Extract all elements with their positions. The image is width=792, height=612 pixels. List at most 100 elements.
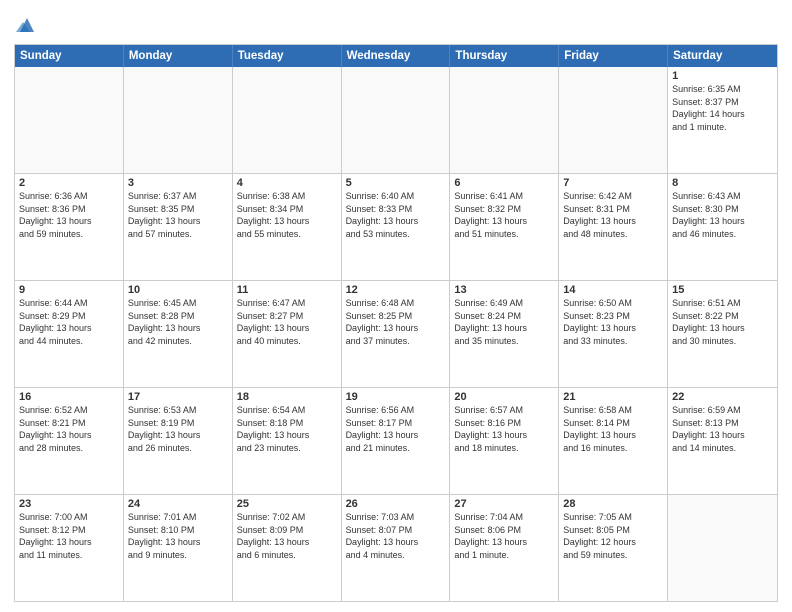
- day-number: 12: [346, 284, 446, 296]
- day-number: 3: [128, 177, 228, 189]
- logo-icon: [16, 14, 38, 36]
- day-info: Sunrise: 6:53 AM Sunset: 8:19 PM Dayligh…: [128, 404, 228, 454]
- day-cell-26: 26Sunrise: 7:03 AM Sunset: 8:07 PM Dayli…: [342, 495, 451, 601]
- day-cell-12: 12Sunrise: 6:48 AM Sunset: 8:25 PM Dayli…: [342, 281, 451, 387]
- day-info: Sunrise: 6:47 AM Sunset: 8:27 PM Dayligh…: [237, 297, 337, 347]
- day-cell-3: 3Sunrise: 6:37 AM Sunset: 8:35 PM Daylig…: [124, 174, 233, 280]
- day-info: Sunrise: 6:51 AM Sunset: 8:22 PM Dayligh…: [672, 297, 773, 347]
- day-number: 8: [672, 177, 773, 189]
- day-number: 7: [563, 177, 663, 189]
- calendar-row-4: 23Sunrise: 7:00 AM Sunset: 8:12 PM Dayli…: [15, 494, 777, 601]
- day-cell-empty: [342, 67, 451, 173]
- day-cell-empty: [559, 67, 668, 173]
- day-info: Sunrise: 6:37 AM Sunset: 8:35 PM Dayligh…: [128, 190, 228, 240]
- day-info: Sunrise: 6:50 AM Sunset: 8:23 PM Dayligh…: [563, 297, 663, 347]
- header-cell-saturday: Saturday: [668, 45, 777, 67]
- day-cell-empty: [15, 67, 124, 173]
- header-cell-tuesday: Tuesday: [233, 45, 342, 67]
- day-info: Sunrise: 7:02 AM Sunset: 8:09 PM Dayligh…: [237, 511, 337, 561]
- day-cell-27: 27Sunrise: 7:04 AM Sunset: 8:06 PM Dayli…: [450, 495, 559, 601]
- day-number: 2: [19, 177, 119, 189]
- header-cell-thursday: Thursday: [450, 45, 559, 67]
- day-info: Sunrise: 6:40 AM Sunset: 8:33 PM Dayligh…: [346, 190, 446, 240]
- day-info: Sunrise: 6:58 AM Sunset: 8:14 PM Dayligh…: [563, 404, 663, 454]
- day-cell-empty: [450, 67, 559, 173]
- day-number: 16: [19, 391, 119, 403]
- day-number: 5: [346, 177, 446, 189]
- day-info: Sunrise: 6:57 AM Sunset: 8:16 PM Dayligh…: [454, 404, 554, 454]
- day-cell-empty: [233, 67, 342, 173]
- day-number: 26: [346, 498, 446, 510]
- calendar-row-0: 1Sunrise: 6:35 AM Sunset: 8:37 PM Daylig…: [15, 67, 777, 173]
- day-info: Sunrise: 7:05 AM Sunset: 8:05 PM Dayligh…: [563, 511, 663, 561]
- day-info: Sunrise: 6:48 AM Sunset: 8:25 PM Dayligh…: [346, 297, 446, 347]
- day-number: 9: [19, 284, 119, 296]
- day-cell-22: 22Sunrise: 6:59 AM Sunset: 8:13 PM Dayli…: [668, 388, 777, 494]
- day-info: Sunrise: 6:43 AM Sunset: 8:30 PM Dayligh…: [672, 190, 773, 240]
- day-cell-11: 11Sunrise: 6:47 AM Sunset: 8:27 PM Dayli…: [233, 281, 342, 387]
- day-number: 27: [454, 498, 554, 510]
- day-info: Sunrise: 6:56 AM Sunset: 8:17 PM Dayligh…: [346, 404, 446, 454]
- day-info: Sunrise: 6:45 AM Sunset: 8:28 PM Dayligh…: [128, 297, 228, 347]
- day-cell-20: 20Sunrise: 6:57 AM Sunset: 8:16 PM Dayli…: [450, 388, 559, 494]
- day-number: 24: [128, 498, 228, 510]
- day-info: Sunrise: 7:01 AM Sunset: 8:10 PM Dayligh…: [128, 511, 228, 561]
- day-cell-13: 13Sunrise: 6:49 AM Sunset: 8:24 PM Dayli…: [450, 281, 559, 387]
- day-info: Sunrise: 6:52 AM Sunset: 8:21 PM Dayligh…: [19, 404, 119, 454]
- day-number: 18: [237, 391, 337, 403]
- day-cell-8: 8Sunrise: 6:43 AM Sunset: 8:30 PM Daylig…: [668, 174, 777, 280]
- day-cell-2: 2Sunrise: 6:36 AM Sunset: 8:36 PM Daylig…: [15, 174, 124, 280]
- header-cell-friday: Friday: [559, 45, 668, 67]
- day-number: 28: [563, 498, 663, 510]
- day-number: 13: [454, 284, 554, 296]
- day-cell-18: 18Sunrise: 6:54 AM Sunset: 8:18 PM Dayli…: [233, 388, 342, 494]
- day-cell-15: 15Sunrise: 6:51 AM Sunset: 8:22 PM Dayli…: [668, 281, 777, 387]
- calendar: SundayMondayTuesdayWednesdayThursdayFrid…: [14, 44, 778, 602]
- day-cell-23: 23Sunrise: 7:00 AM Sunset: 8:12 PM Dayli…: [15, 495, 124, 601]
- calendar-row-2: 9Sunrise: 6:44 AM Sunset: 8:29 PM Daylig…: [15, 280, 777, 387]
- header: [14, 14, 778, 36]
- day-cell-24: 24Sunrise: 7:01 AM Sunset: 8:10 PM Dayli…: [124, 495, 233, 601]
- day-cell-25: 25Sunrise: 7:02 AM Sunset: 8:09 PM Dayli…: [233, 495, 342, 601]
- day-number: 25: [237, 498, 337, 510]
- day-cell-7: 7Sunrise: 6:42 AM Sunset: 8:31 PM Daylig…: [559, 174, 668, 280]
- day-number: 21: [563, 391, 663, 403]
- day-cell-14: 14Sunrise: 6:50 AM Sunset: 8:23 PM Dayli…: [559, 281, 668, 387]
- calendar-header: SundayMondayTuesdayWednesdayThursdayFrid…: [15, 45, 777, 67]
- header-cell-monday: Monday: [124, 45, 233, 67]
- day-info: Sunrise: 6:41 AM Sunset: 8:32 PM Dayligh…: [454, 190, 554, 240]
- day-number: 15: [672, 284, 773, 296]
- day-cell-16: 16Sunrise: 6:52 AM Sunset: 8:21 PM Dayli…: [15, 388, 124, 494]
- day-number: 14: [563, 284, 663, 296]
- day-number: 20: [454, 391, 554, 403]
- day-info: Sunrise: 6:49 AM Sunset: 8:24 PM Dayligh…: [454, 297, 554, 347]
- day-info: Sunrise: 7:00 AM Sunset: 8:12 PM Dayligh…: [19, 511, 119, 561]
- day-cell-empty: [124, 67, 233, 173]
- day-info: Sunrise: 6:38 AM Sunset: 8:34 PM Dayligh…: [237, 190, 337, 240]
- page: SundayMondayTuesdayWednesdayThursdayFrid…: [0, 0, 792, 612]
- day-number: 4: [237, 177, 337, 189]
- header-cell-sunday: Sunday: [15, 45, 124, 67]
- day-cell-17: 17Sunrise: 6:53 AM Sunset: 8:19 PM Dayli…: [124, 388, 233, 494]
- day-cell-28: 28Sunrise: 7:05 AM Sunset: 8:05 PM Dayli…: [559, 495, 668, 601]
- day-cell-21: 21Sunrise: 6:58 AM Sunset: 8:14 PM Dayli…: [559, 388, 668, 494]
- day-cell-5: 5Sunrise: 6:40 AM Sunset: 8:33 PM Daylig…: [342, 174, 451, 280]
- calendar-row-1: 2Sunrise: 6:36 AM Sunset: 8:36 PM Daylig…: [15, 173, 777, 280]
- calendar-row-3: 16Sunrise: 6:52 AM Sunset: 8:21 PM Dayli…: [15, 387, 777, 494]
- day-number: 23: [19, 498, 119, 510]
- day-info: Sunrise: 6:42 AM Sunset: 8:31 PM Dayligh…: [563, 190, 663, 240]
- day-info: Sunrise: 7:04 AM Sunset: 8:06 PM Dayligh…: [454, 511, 554, 561]
- day-info: Sunrise: 6:35 AM Sunset: 8:37 PM Dayligh…: [672, 83, 773, 133]
- day-number: 1: [672, 70, 773, 82]
- day-number: 6: [454, 177, 554, 189]
- day-cell-6: 6Sunrise: 6:41 AM Sunset: 8:32 PM Daylig…: [450, 174, 559, 280]
- day-info: Sunrise: 6:36 AM Sunset: 8:36 PM Dayligh…: [19, 190, 119, 240]
- day-info: Sunrise: 6:44 AM Sunset: 8:29 PM Dayligh…: [19, 297, 119, 347]
- day-cell-4: 4Sunrise: 6:38 AM Sunset: 8:34 PM Daylig…: [233, 174, 342, 280]
- day-number: 17: [128, 391, 228, 403]
- day-number: 19: [346, 391, 446, 403]
- day-info: Sunrise: 6:54 AM Sunset: 8:18 PM Dayligh…: [237, 404, 337, 454]
- day-number: 10: [128, 284, 228, 296]
- calendar-body: 1Sunrise: 6:35 AM Sunset: 8:37 PM Daylig…: [15, 67, 777, 601]
- day-cell-10: 10Sunrise: 6:45 AM Sunset: 8:28 PM Dayli…: [124, 281, 233, 387]
